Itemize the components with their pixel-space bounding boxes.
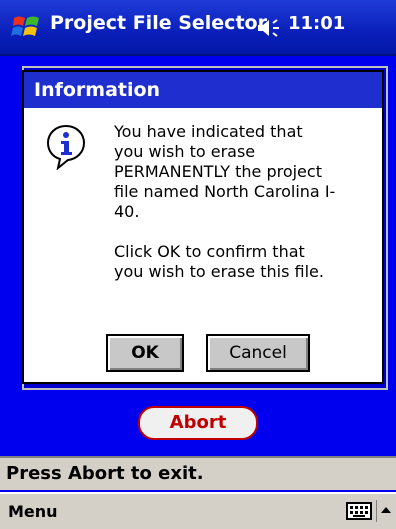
information-dialog: Information You have indicated that you … (22, 70, 384, 384)
status-bar: Press Abort to exit. (0, 456, 396, 490)
screen: Project File Selector 11:01 Information … (0, 0, 396, 529)
ok-button[interactable]: OK (106, 334, 184, 372)
clock[interactable]: 11:01 (288, 13, 345, 34)
menu-button[interactable]: Menu (8, 502, 58, 521)
dialog-title: Information (24, 72, 382, 108)
windows-flag-icon[interactable] (10, 10, 44, 44)
title-bar: Project File Selector 11:01 (0, 0, 396, 56)
menu-bar: Menu (0, 492, 396, 529)
keyboard-icon[interactable] (346, 502, 372, 520)
speaker-icon[interactable] (256, 17, 282, 39)
info-icon (46, 124, 86, 170)
dialog-message: You have indicated that you wish to eras… (114, 122, 336, 281)
abort-button[interactable]: Abort (138, 406, 258, 440)
app-title: Project File Selector (50, 12, 267, 34)
cancel-button[interactable]: Cancel (206, 334, 310, 372)
status-text: Press Abort to exit. (6, 463, 204, 484)
up-arrow-icon[interactable] (376, 500, 395, 522)
